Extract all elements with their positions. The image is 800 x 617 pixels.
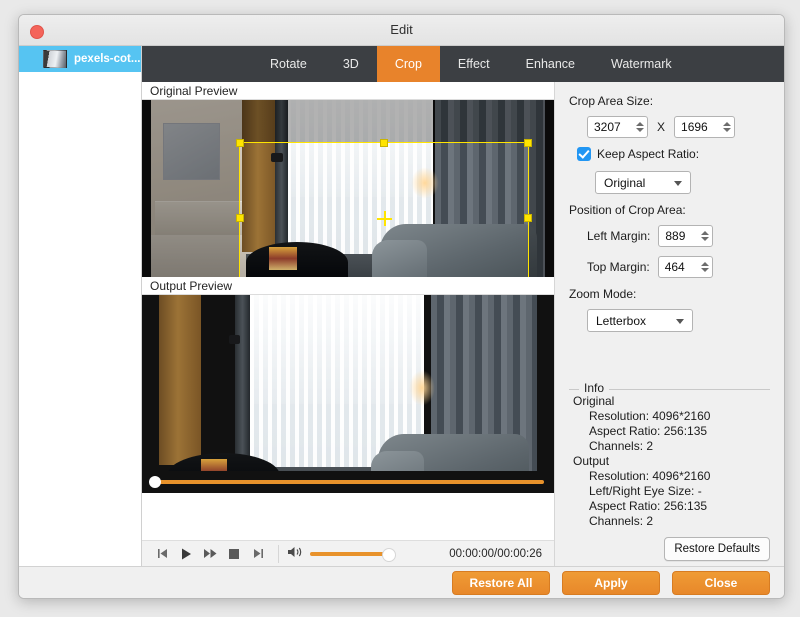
aspect-ratio-value: Original — [604, 175, 646, 190]
chevron-down-icon[interactable] — [636, 128, 644, 132]
chevron-up-icon[interactable] — [636, 122, 644, 126]
file-list-sidebar: pexels-cot... — [19, 46, 142, 566]
chevron-up-icon[interactable] — [723, 122, 732, 126]
tab-effect[interactable]: Effect — [440, 46, 508, 82]
tab-3d[interactable]: 3D — [325, 46, 377, 82]
size-separator-label: X — [657, 120, 666, 134]
fast-forward-icon[interactable] — [198, 544, 222, 564]
left-margin-input[interactable] — [665, 229, 700, 243]
chevron-up-icon[interactable] — [701, 231, 710, 235]
top-margin-row: Top Margin: — [569, 256, 770, 278]
info-original-resolution: Resolution: 4096*2160 — [589, 409, 711, 423]
crop-width-input[interactable] — [594, 120, 634, 134]
seek-handle[interactable] — [149, 476, 161, 488]
crop-size-row: X — [569, 116, 770, 138]
tabbar-spacer — [142, 46, 252, 82]
chevron-down-icon[interactable] — [676, 318, 684, 324]
position-of-crop-area-label: Position of Crop Area: — [569, 203, 686, 217]
crop-area-size-label: Crop Area Size: — [569, 94, 654, 108]
window-title: Edit — [390, 22, 413, 37]
chevron-up-icon[interactable] — [700, 262, 709, 266]
keep-aspect-ratio-row[interactable]: Keep Aspect Ratio: — [577, 147, 770, 161]
chevron-down-icon[interactable] — [701, 237, 710, 241]
skip-previous-icon[interactable] — [150, 544, 174, 564]
original-preview-stage[interactable] — [142, 100, 554, 277]
output-preview-image — [159, 295, 537, 493]
crop-width-stepper[interactable] — [587, 116, 648, 138]
window-titlebar: Edit — [19, 15, 784, 46]
seek-track[interactable] — [156, 480, 544, 484]
crop-height-stepper[interactable] — [674, 116, 736, 138]
output-preview-stage[interactable] — [142, 295, 554, 493]
crop-settings-panel: Crop Area Size: X — [554, 82, 784, 566]
volume-control[interactable] — [287, 545, 396, 563]
info-output-eye-size: Left/Right Eye Size: - — [589, 484, 702, 498]
seek-bar[interactable] — [142, 471, 554, 493]
crop-height-input[interactable] — [681, 120, 722, 134]
preview-column: Original Preview Output Preview — [142, 82, 554, 566]
aspect-ratio-row: Original — [569, 171, 770, 194]
zoom-mode-row: Letterbox — [569, 309, 770, 332]
keep-aspect-ratio-label: Keep Aspect Ratio: — [597, 147, 700, 161]
timecode-display: 00:00:00/00:00:26 — [449, 547, 542, 560]
chevron-down-icon[interactable] — [674, 180, 682, 186]
volume-slider-track[interactable] — [310, 547, 396, 562]
zoom-mode-select[interactable]: Letterbox — [587, 309, 693, 332]
volume-icon[interactable] — [287, 545, 303, 563]
info-output-channels: Channels: 2 — [589, 514, 654, 528]
left-margin-stepper-arrows[interactable] — [701, 231, 710, 241]
tab-rotate[interactable]: Rotate — [252, 46, 325, 82]
crop-width-stepper-arrows[interactable] — [636, 122, 645, 132]
video-thumbnail-icon — [43, 50, 67, 68]
top-margin-label: Top Margin: — [587, 260, 650, 274]
left-margin-label: Left Margin: — [587, 229, 651, 243]
close-button[interactable]: Close — [672, 570, 770, 595]
crop-height-stepper-arrows[interactable] — [723, 122, 732, 132]
info-output-heading: Output — [573, 454, 610, 468]
edit-window: Edit pexels-cot... Rotate 3D Crop Effect… — [18, 14, 785, 599]
edit-tabbar: Rotate 3D Crop Effect Enhance Watermark — [142, 46, 784, 82]
original-preview-label: Original Preview — [142, 82, 554, 100]
restore-defaults-button[interactable]: Restore Defaults — [664, 537, 770, 561]
sidebar-item-video[interactable]: pexels-cot... — [19, 46, 141, 72]
original-preview-image — [151, 100, 545, 277]
left-margin-row: Left Margin: — [569, 225, 770, 247]
output-preview-label: Output Preview — [142, 277, 554, 295]
window-footer: Restore All Apply Close — [19, 566, 784, 598]
zoom-mode-label: Zoom Mode: — [569, 287, 637, 301]
sidebar-item-label: pexels-cot... — [74, 53, 141, 65]
aspect-ratio-select[interactable]: Original — [595, 171, 691, 194]
top-margin-stepper-arrows[interactable] — [700, 262, 710, 272]
left-margin-stepper[interactable] — [658, 225, 714, 247]
transport-divider — [278, 544, 279, 563]
chevron-down-icon[interactable] — [700, 268, 709, 272]
info-original-channels: Channels: 2 — [589, 439, 654, 453]
play-icon[interactable] — [174, 544, 198, 564]
screenshot-root: Edit pexels-cot... Rotate 3D Crop Effect… — [0, 0, 800, 617]
restore-all-button[interactable]: Restore All — [452, 570, 550, 595]
top-margin-input[interactable] — [664, 260, 699, 274]
info-legend: Info — [579, 381, 610, 395]
keep-aspect-ratio-checkbox[interactable] — [577, 147, 591, 161]
tab-enhance[interactable]: Enhance — [508, 46, 593, 82]
skip-next-icon[interactable] — [246, 544, 270, 564]
info-output-resolution: Resolution: 4096*2160 — [589, 469, 711, 483]
tab-crop[interactable]: Crop — [376, 46, 440, 82]
zoom-mode-value: Letterbox — [596, 313, 647, 328]
info-original-heading: Original — [573, 394, 615, 408]
volume-slider-handle[interactable] — [382, 547, 396, 562]
transport-bar: 00:00:00/00:00:26 — [142, 540, 554, 566]
info-output-aspect-ratio: Aspect Ratio: 256:135 — [589, 499, 708, 513]
tab-watermark[interactable]: Watermark — [593, 46, 690, 82]
top-margin-stepper[interactable] — [657, 256, 713, 278]
info-original-aspect-ratio: Aspect Ratio: 256:135 — [589, 424, 708, 438]
stop-icon[interactable] — [222, 544, 246, 564]
info-groupbox: Info Original Resolution: 4096*2160 Aspe… — [569, 381, 770, 529]
chevron-down-icon[interactable] — [723, 128, 732, 132]
apply-button[interactable]: Apply — [562, 570, 660, 595]
